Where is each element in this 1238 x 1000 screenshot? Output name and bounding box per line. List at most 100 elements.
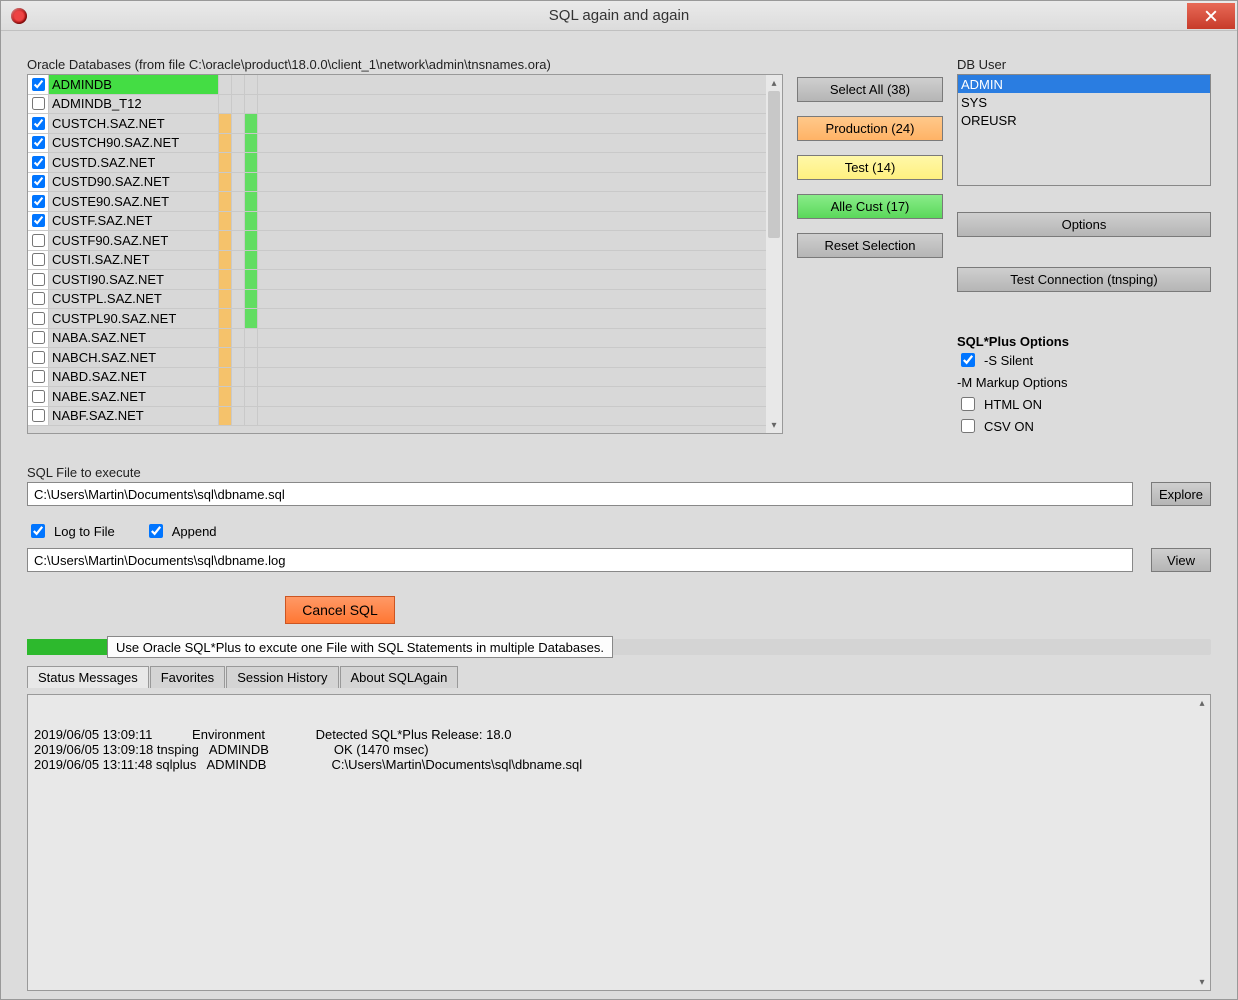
csv-on-checkbox[interactable] [961, 419, 975, 433]
database-name: NABCH.SAZ.NET [49, 348, 219, 367]
database-tag-2 [232, 134, 245, 153]
database-checkbox[interactable] [32, 214, 45, 227]
sqlfile-input[interactable] [27, 482, 1133, 506]
tab-about-sqlagain[interactable]: About SQLAgain [340, 666, 459, 688]
database-checkbox[interactable] [32, 409, 45, 422]
database-row[interactable]: CUSTPL90.SAZ.NET [28, 309, 766, 329]
databases-grid[interactable]: ADMINDBADMINDB_T12CUSTCH.SAZ.NETCUSTCH90… [27, 74, 783, 434]
database-name: NABF.SAZ.NET [49, 407, 219, 426]
database-tag-3 [245, 173, 258, 192]
database-checkbox[interactable] [32, 97, 45, 110]
log-to-file-checkbox[interactable] [31, 524, 45, 538]
database-tag-2 [232, 407, 245, 426]
tab-favorites[interactable]: Favorites [150, 666, 225, 688]
database-checkbox[interactable] [32, 253, 45, 266]
dbuser-item[interactable]: ADMIN [958, 75, 1210, 93]
reset-selection-button[interactable]: Reset Selection [797, 233, 943, 258]
database-tag-1 [219, 231, 232, 250]
silent-checkbox[interactable] [961, 353, 975, 367]
markup-label: -M Markup Options [957, 375, 1068, 390]
database-row[interactable]: NABA.SAZ.NET [28, 329, 766, 349]
database-row[interactable]: NABD.SAZ.NET [28, 368, 766, 388]
database-tag-2 [232, 387, 245, 406]
window-title: SQL again and again [1, 7, 1237, 24]
database-tag-2 [232, 329, 245, 348]
alle-cust-button[interactable]: Alle Cust (17) [797, 194, 943, 219]
log-line: 2019/06/05 13:11:48 sqlplus ADMINDB C:\U… [34, 757, 1204, 772]
production-button[interactable]: Production (24) [797, 116, 943, 141]
test-connection-button[interactable]: Test Connection (tnsping) [957, 267, 1211, 292]
dbuser-item[interactable]: SYS [958, 93, 1210, 111]
database-tag-3 [245, 387, 258, 406]
database-row[interactable]: CUSTCH.SAZ.NET [28, 114, 766, 134]
scroll-down-icon[interactable]: ▾ [1194, 974, 1210, 990]
logfile-input[interactable] [27, 548, 1133, 572]
database-row[interactable]: CUSTI90.SAZ.NET [28, 270, 766, 290]
database-checkbox[interactable] [32, 390, 45, 403]
test-button[interactable]: Test (14) [797, 155, 943, 180]
database-name: ADMINDB_T12 [49, 95, 219, 114]
database-checkbox[interactable] [32, 234, 45, 247]
database-name: CUSTF.SAZ.NET [49, 212, 219, 231]
tab-status-messages[interactable]: Status Messages [27, 666, 149, 688]
databases-scrollbar[interactable]: ▴ ▾ [766, 75, 782, 433]
database-name: CUSTPL.SAZ.NET [49, 290, 219, 309]
cancel-sql-button[interactable]: Cancel SQL [285, 596, 395, 624]
database-row[interactable]: CUSTE90.SAZ.NET [28, 192, 766, 212]
database-tag-2 [232, 251, 245, 270]
tab-session-history[interactable]: Session History [226, 666, 338, 688]
database-checkbox[interactable] [32, 312, 45, 325]
scroll-thumb[interactable] [768, 91, 780, 238]
database-checkbox[interactable] [32, 175, 45, 188]
database-tag-3 [245, 95, 258, 114]
database-checkbox[interactable] [32, 370, 45, 383]
database-row[interactable]: ADMINDB [28, 75, 766, 95]
dbuser-item[interactable]: OREUSR [958, 111, 1210, 129]
database-checkbox[interactable] [32, 292, 45, 305]
database-checkbox[interactable] [32, 331, 45, 344]
options-button[interactable]: Options [957, 212, 1211, 237]
append-checkbox[interactable] [149, 524, 163, 538]
database-checkbox[interactable] [32, 78, 45, 91]
database-row[interactable]: ADMINDB_T12 [28, 95, 766, 115]
database-tag-1 [219, 95, 232, 114]
database-tag-3 [245, 134, 258, 153]
database-tag-2 [232, 75, 245, 94]
scroll-down-icon[interactable]: ▾ [766, 417, 782, 433]
select-all-button[interactable]: Select All (38) [797, 77, 943, 102]
database-row[interactable]: CUSTD90.SAZ.NET [28, 173, 766, 193]
html-on-checkbox[interactable] [961, 397, 975, 411]
database-tag-2 [232, 192, 245, 211]
databases-label: Oracle Databases (from file C:\oracle\pr… [27, 57, 783, 72]
scroll-up-icon[interactable]: ▴ [766, 75, 782, 91]
database-tag-3 [245, 368, 258, 387]
dbuser-list[interactable]: ADMINSYSOREUSR [957, 74, 1211, 186]
database-tag-1 [219, 329, 232, 348]
database-row[interactable]: CUSTF90.SAZ.NET [28, 231, 766, 251]
scroll-up-icon[interactable]: ▴ [1194, 695, 1210, 711]
database-checkbox[interactable] [32, 117, 45, 130]
database-row[interactable]: CUSTF.SAZ.NET [28, 212, 766, 232]
database-row[interactable]: NABCH.SAZ.NET [28, 348, 766, 368]
database-row[interactable]: NABE.SAZ.NET [28, 387, 766, 407]
database-tag-2 [232, 153, 245, 172]
database-name: NABD.SAZ.NET [49, 368, 219, 387]
database-tag-1 [219, 309, 232, 328]
explore-button[interactable]: Explore [1151, 482, 1211, 506]
database-checkbox[interactable] [32, 351, 45, 364]
database-row[interactable]: CUSTI.SAZ.NET [28, 251, 766, 271]
database-checkbox[interactable] [32, 136, 45, 149]
database-checkbox[interactable] [32, 273, 45, 286]
sqlplus-options-label: SQL*Plus Options [957, 334, 1211, 349]
database-row[interactable]: NABF.SAZ.NET [28, 407, 766, 427]
database-row[interactable]: CUSTPL.SAZ.NET [28, 290, 766, 310]
database-checkbox[interactable] [32, 156, 45, 169]
database-row[interactable]: CUSTCH90.SAZ.NET [28, 134, 766, 154]
append-label: Append [172, 524, 217, 539]
database-row[interactable]: CUSTD.SAZ.NET [28, 153, 766, 173]
log-scrollbar[interactable]: ▴ ▾ [1194, 695, 1210, 990]
view-button[interactable]: View [1151, 548, 1211, 572]
database-checkbox[interactable] [32, 195, 45, 208]
database-name: CUSTI.SAZ.NET [49, 251, 219, 270]
database-tag-1 [219, 368, 232, 387]
